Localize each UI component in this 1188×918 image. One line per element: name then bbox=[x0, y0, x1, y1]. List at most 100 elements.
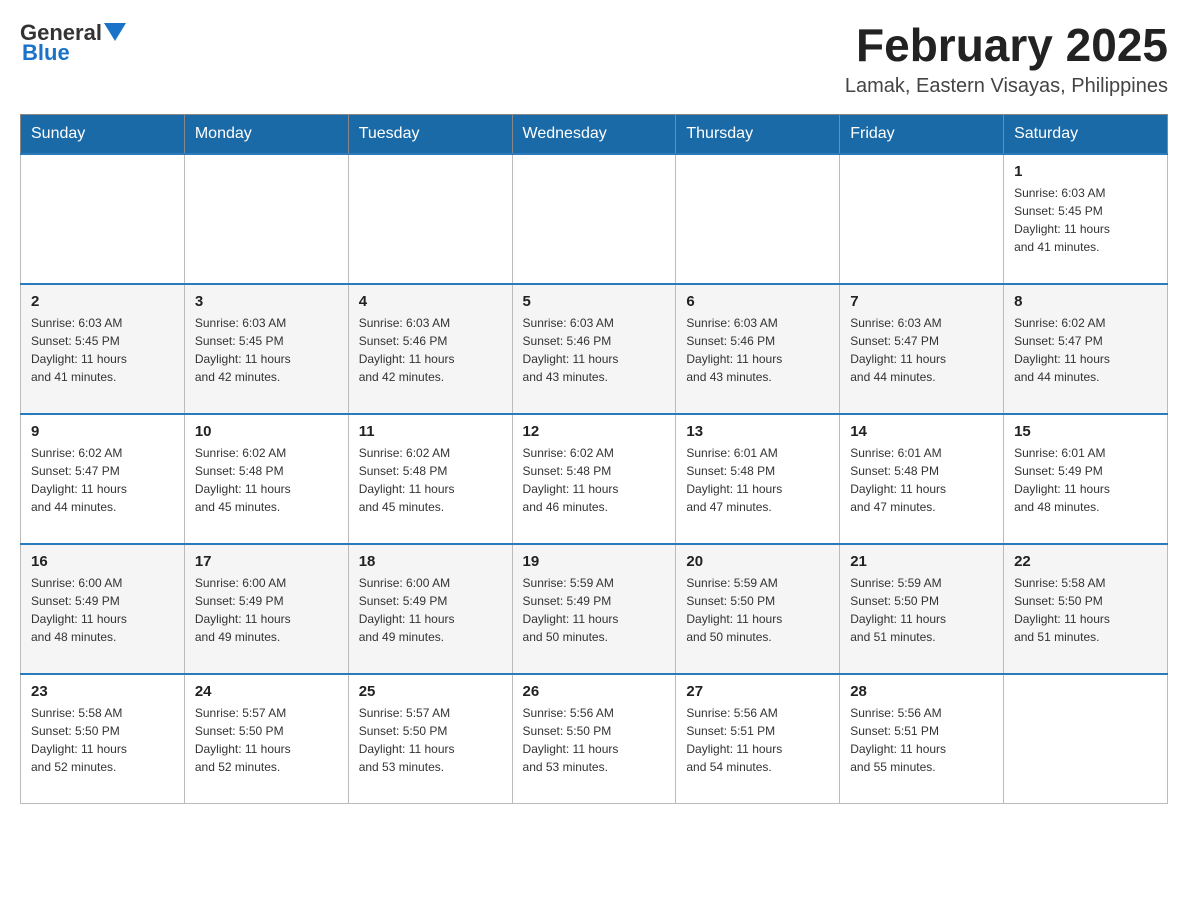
day-number: 26 bbox=[523, 683, 666, 700]
week-row-3: 9 Sunrise: 6:02 AMSunset: 5:47 PMDaylight… bbox=[21, 414, 1168, 544]
day-info: Sunrise: 6:00 AMSunset: 5:49 PMDaylight:… bbox=[359, 574, 502, 646]
calendar-cell: 15 Sunrise: 6:01 AMSunset: 5:49 PMDayligh… bbox=[1004, 414, 1168, 544]
calendar-cell: 16 Sunrise: 6:00 AMSunset: 5:49 PMDayligh… bbox=[21, 544, 185, 674]
weekday-header-thursday: Thursday bbox=[676, 114, 840, 154]
calendar-cell: 12 Sunrise: 6:02 AMSunset: 5:48 PMDayligh… bbox=[512, 414, 676, 544]
calendar-cell: 1 Sunrise: 6:03 AMSunset: 5:45 PMDaylight… bbox=[1004, 154, 1168, 284]
calendar-cell: 9 Sunrise: 6:02 AMSunset: 5:47 PMDaylight… bbox=[21, 414, 185, 544]
day-number: 18 bbox=[359, 553, 502, 570]
calendar-cell: 22 Sunrise: 5:58 AMSunset: 5:50 PMDayligh… bbox=[1004, 544, 1168, 674]
title-section: February 2025 Lamak, Eastern Visayas, Ph… bbox=[845, 20, 1168, 98]
calendar-cell: 28Sunrise: 5:56 AMSunset: 5:51 PMDayligh… bbox=[840, 674, 1004, 804]
location: Lamak, Eastern Visayas, Philippines bbox=[845, 75, 1168, 98]
calendar-cell: 7 Sunrise: 6:03 AMSunset: 5:47 PMDaylight… bbox=[840, 284, 1004, 414]
day-info: Sunrise: 5:58 AMSunset: 5:50 PMDaylight:… bbox=[1014, 574, 1157, 646]
day-info: Sunrise: 6:01 AMSunset: 5:48 PMDaylight:… bbox=[686, 444, 829, 516]
calendar-cell bbox=[1004, 674, 1168, 804]
weekday-header-tuesday: Tuesday bbox=[348, 114, 512, 154]
day-info: Sunrise: 6:03 AMSunset: 5:46 PMDaylight:… bbox=[523, 314, 666, 386]
day-number: 2 bbox=[31, 293, 174, 310]
weekday-header-sunday: Sunday bbox=[21, 114, 185, 154]
day-number: 24 bbox=[195, 683, 338, 700]
calendar-cell: 21 Sunrise: 5:59 AMSunset: 5:50 PMDayligh… bbox=[840, 544, 1004, 674]
weekday-header-row: SundayMondayTuesdayWednesdayThursdayFrid… bbox=[21, 114, 1168, 154]
day-info: Sunrise: 6:02 AMSunset: 5:47 PMDaylight:… bbox=[1014, 314, 1157, 386]
calendar-cell bbox=[184, 154, 348, 284]
day-number: 27 bbox=[686, 683, 829, 700]
calendar-cell: 3Sunrise: 6:03 AMSunset: 5:45 PMDaylight… bbox=[184, 284, 348, 414]
week-row-2: 2 Sunrise: 6:03 AMSunset: 5:45 PMDaylight… bbox=[21, 284, 1168, 414]
calendar-cell: 27 Sunrise: 5:56 AMSunset: 5:51 PMDayligh… bbox=[676, 674, 840, 804]
calendar-cell: 13 Sunrise: 6:01 AMSunset: 5:48 PMDayligh… bbox=[676, 414, 840, 544]
day-number: 10 bbox=[195, 423, 338, 440]
weekday-header-wednesday: Wednesday bbox=[512, 114, 676, 154]
day-number: 20 bbox=[686, 553, 829, 570]
day-info: Sunrise: 6:03 AMSunset: 5:45 PMDaylight:… bbox=[1014, 184, 1157, 256]
day-info: Sunrise: 6:02 AMSunset: 5:48 PMDaylight:… bbox=[195, 444, 338, 516]
day-number: 6 bbox=[686, 293, 829, 310]
day-number: 9 bbox=[31, 423, 174, 440]
calendar-cell bbox=[348, 154, 512, 284]
calendar-cell: 2 Sunrise: 6:03 AMSunset: 5:45 PMDaylight… bbox=[21, 284, 185, 414]
calendar-cell: 23 Sunrise: 5:58 AMSunset: 5:50 PMDayligh… bbox=[21, 674, 185, 804]
day-number: 1 bbox=[1014, 163, 1157, 180]
calendar-cell bbox=[21, 154, 185, 284]
day-number: 22 bbox=[1014, 553, 1157, 570]
weekday-header-friday: Friday bbox=[840, 114, 1004, 154]
day-number: 7 bbox=[850, 293, 993, 310]
day-info: Sunrise: 5:57 AMSunset: 5:50 PMDaylight:… bbox=[195, 704, 338, 776]
day-number: 23 bbox=[31, 683, 174, 700]
calendar-cell: 11 Sunrise: 6:02 AMSunset: 5:48 PMDayligh… bbox=[348, 414, 512, 544]
day-number: 12 bbox=[523, 423, 666, 440]
day-number: 4 bbox=[359, 293, 502, 310]
day-number: 21 bbox=[850, 553, 993, 570]
day-info: Sunrise: 5:58 AMSunset: 5:50 PMDaylight:… bbox=[31, 704, 174, 776]
day-info: Sunrise: 5:59 AMSunset: 5:50 PMDaylight:… bbox=[686, 574, 829, 646]
logo-triangle-icon bbox=[104, 23, 126, 41]
calendar-cell: 26Sunrise: 5:56 AMSunset: 5:50 PMDayligh… bbox=[512, 674, 676, 804]
day-number: 25 bbox=[359, 683, 502, 700]
day-info: Sunrise: 6:03 AMSunset: 5:46 PMDaylight:… bbox=[686, 314, 829, 386]
page-header: General Blue February 2025 Lamak, Easter… bbox=[20, 20, 1168, 98]
logo-blue: Blue bbox=[22, 40, 70, 66]
calendar-cell: 24 Sunrise: 5:57 AMSunset: 5:50 PMDayligh… bbox=[184, 674, 348, 804]
calendar-cell bbox=[840, 154, 1004, 284]
day-info: Sunrise: 6:02 AMSunset: 5:48 PMDaylight:… bbox=[523, 444, 666, 516]
calendar-cell: 6 Sunrise: 6:03 AMSunset: 5:46 PMDaylight… bbox=[676, 284, 840, 414]
day-info: Sunrise: 6:02 AMSunset: 5:47 PMDaylight:… bbox=[31, 444, 174, 516]
day-info: Sunrise: 5:59 AMSunset: 5:50 PMDaylight:… bbox=[850, 574, 993, 646]
weekday-header-saturday: Saturday bbox=[1004, 114, 1168, 154]
day-number: 16 bbox=[31, 553, 174, 570]
week-row-5: 23 Sunrise: 5:58 AMSunset: 5:50 PMDayligh… bbox=[21, 674, 1168, 804]
day-number: 17 bbox=[195, 553, 338, 570]
day-info: Sunrise: 6:02 AMSunset: 5:48 PMDaylight:… bbox=[359, 444, 502, 516]
calendar-cell: 5 Sunrise: 6:03 AMSunset: 5:46 PMDaylight… bbox=[512, 284, 676, 414]
day-info: Sunrise: 6:03 AMSunset: 5:45 PMDaylight:… bbox=[31, 314, 174, 386]
day-number: 11 bbox=[359, 423, 502, 440]
calendar-cell: 18 Sunrise: 6:00 AMSunset: 5:49 PMDayligh… bbox=[348, 544, 512, 674]
calendar-cell: 8Sunrise: 6:02 AMSunset: 5:47 PMDaylight… bbox=[1004, 284, 1168, 414]
day-info: Sunrise: 6:00 AMSunset: 5:49 PMDaylight:… bbox=[195, 574, 338, 646]
day-info: Sunrise: 5:56 AMSunset: 5:51 PMDaylight:… bbox=[850, 704, 993, 776]
calendar-cell: 10 Sunrise: 6:02 AMSunset: 5:48 PMDayligh… bbox=[184, 414, 348, 544]
day-info: Sunrise: 5:56 AMSunset: 5:51 PMDaylight:… bbox=[686, 704, 829, 776]
day-info: Sunrise: 6:03 AMSunset: 5:46 PMDaylight:… bbox=[359, 314, 502, 386]
calendar-cell bbox=[512, 154, 676, 284]
day-number: 13 bbox=[686, 423, 829, 440]
day-number: 5 bbox=[523, 293, 666, 310]
day-info: Sunrise: 6:03 AMSunset: 5:45 PMDaylight:… bbox=[195, 314, 338, 386]
calendar-cell: 19Sunrise: 5:59 AMSunset: 5:49 PMDayligh… bbox=[512, 544, 676, 674]
day-info: Sunrise: 5:57 AMSunset: 5:50 PMDaylight:… bbox=[359, 704, 502, 776]
calendar-cell: 4 Sunrise: 6:03 AMSunset: 5:46 PMDaylight… bbox=[348, 284, 512, 414]
logo: General Blue bbox=[20, 20, 126, 66]
day-info: Sunrise: 6:00 AMSunset: 5:49 PMDaylight:… bbox=[31, 574, 174, 646]
calendar-table: SundayMondayTuesdayWednesdayThursdayFrid… bbox=[20, 114, 1168, 805]
day-info: Sunrise: 6:01 AMSunset: 5:49 PMDaylight:… bbox=[1014, 444, 1157, 516]
week-row-4: 16 Sunrise: 6:00 AMSunset: 5:49 PMDayligh… bbox=[21, 544, 1168, 674]
weekday-header-monday: Monday bbox=[184, 114, 348, 154]
day-info: Sunrise: 6:03 AMSunset: 5:47 PMDaylight:… bbox=[850, 314, 993, 386]
day-number: 15 bbox=[1014, 423, 1157, 440]
calendar-cell: 25 Sunrise: 5:57 AMSunset: 5:50 PMDayligh… bbox=[348, 674, 512, 804]
month-title: February 2025 bbox=[845, 20, 1168, 71]
day-number: 14 bbox=[850, 423, 993, 440]
